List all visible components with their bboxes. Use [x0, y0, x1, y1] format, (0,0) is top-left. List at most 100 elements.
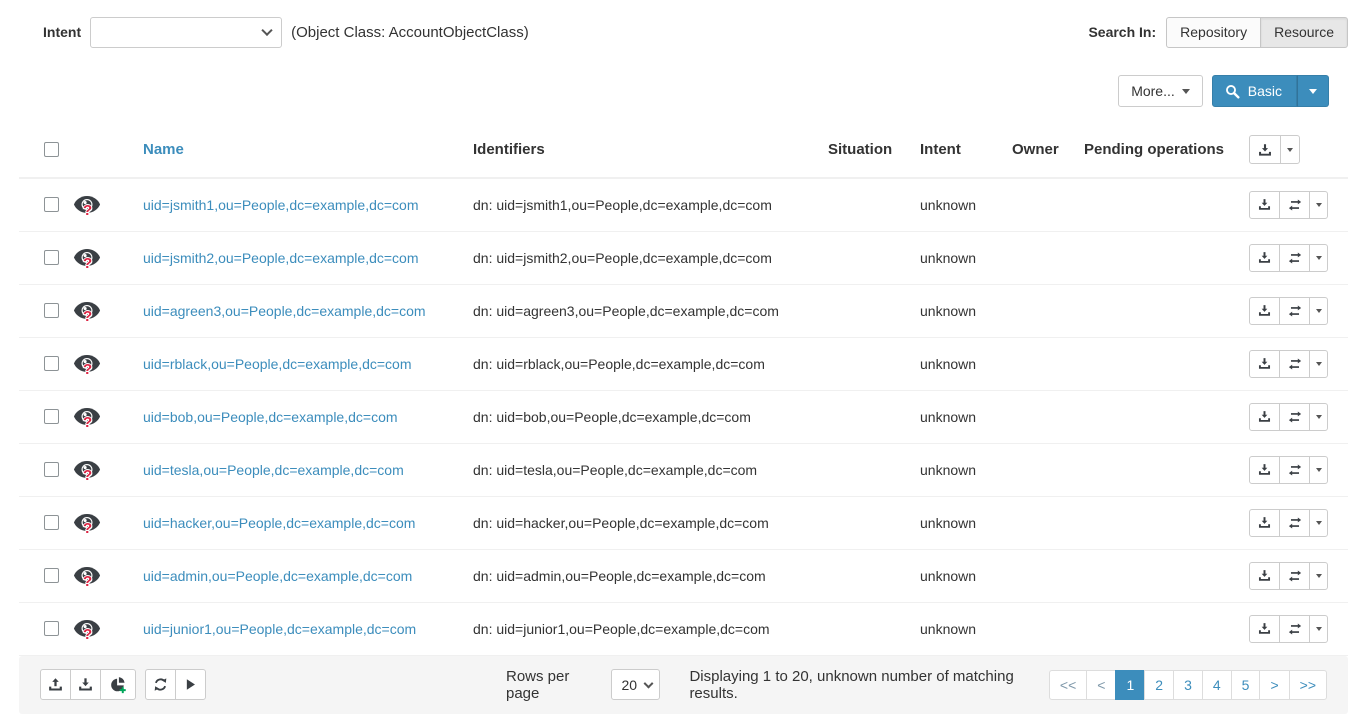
- pagination-button[interactable]: <: [1086, 670, 1116, 700]
- download-icon: [1258, 198, 1271, 211]
- pending-operations-cell: [1076, 549, 1241, 602]
- account-name-link[interactable]: uid=jsmith1,ou=People,dc=example,dc=com: [143, 197, 419, 213]
- row-download-button[interactable]: [1249, 509, 1280, 537]
- table-body: ? uid=jsmith1,ou=People,dc=example,dc=co…: [19, 178, 1348, 655]
- account-name-link[interactable]: uid=admin,ou=People,dc=example,dc=com: [143, 568, 412, 584]
- row-download-button[interactable]: [1249, 403, 1280, 431]
- caret-down-icon: [1316, 468, 1322, 472]
- row-download-button[interactable]: [1249, 456, 1280, 484]
- row-checkbox[interactable]: [44, 250, 59, 265]
- caret-down-icon: [1316, 203, 1322, 207]
- row-menu-button[interactable]: [1309, 509, 1328, 537]
- row-checkbox[interactable]: [44, 462, 59, 477]
- intent-select[interactable]: [90, 17, 282, 48]
- row-menu-button[interactable]: [1309, 615, 1328, 643]
- pagination-button[interactable]: >: [1259, 670, 1289, 700]
- exchange-icon: [1288, 516, 1302, 530]
- create-report-button[interactable]: [100, 669, 136, 700]
- row-download-button[interactable]: [1249, 191, 1280, 219]
- table-row: ? uid=tesla,ou=People,dc=example,dc=com …: [19, 443, 1348, 496]
- table-row: ? uid=junior1,ou=People,dc=example,dc=co…: [19, 602, 1348, 655]
- row-checkbox[interactable]: [44, 409, 59, 424]
- row-exchange-button[interactable]: [1279, 191, 1310, 219]
- row-checkbox[interactable]: [44, 303, 59, 318]
- pagination-button[interactable]: 3: [1173, 670, 1203, 700]
- row-exchange-button[interactable]: [1279, 350, 1310, 378]
- pagination-button[interactable]: >>: [1289, 670, 1327, 700]
- row-download-button[interactable]: [1249, 562, 1280, 590]
- account-name-link[interactable]: uid=rblack,ou=People,dc=example,dc=com: [143, 356, 412, 372]
- table-download-button[interactable]: [1249, 135, 1281, 164]
- download-icon: [1258, 143, 1272, 157]
- row-checkbox[interactable]: [44, 356, 59, 371]
- row-menu-button[interactable]: [1309, 297, 1328, 325]
- play-button[interactable]: [175, 669, 206, 700]
- table-row: ? uid=jsmith2,ou=People,dc=example,dc=co…: [19, 231, 1348, 284]
- row-download-button[interactable]: [1249, 244, 1280, 272]
- basic-search-dropdown-button[interactable]: [1297, 75, 1329, 107]
- row-download-button[interactable]: [1249, 297, 1280, 325]
- identifiers-cell: dn: uid=jsmith2,ou=People,dc=example,dc=…: [465, 231, 820, 284]
- row-checkbox[interactable]: [44, 621, 59, 636]
- row-menu-button[interactable]: [1309, 191, 1328, 219]
- exchange-icon: [1288, 251, 1302, 265]
- row-download-button[interactable]: [1249, 615, 1280, 643]
- table-row: ? uid=agreen3,ou=People,dc=example,dc=co…: [19, 284, 1348, 337]
- row-checkbox[interactable]: [44, 568, 59, 583]
- pagination-button[interactable]: 4: [1202, 670, 1232, 700]
- intent-cell: unknown: [912, 390, 1004, 443]
- search-toolbar: More... Basic: [19, 75, 1329, 107]
- identifiers-cell: dn: uid=jsmith1,ou=People,dc=example,dc=…: [465, 178, 820, 231]
- row-exchange-button[interactable]: [1279, 403, 1310, 431]
- pagination-button[interactable]: <<: [1049, 670, 1087, 700]
- download-icon: [78, 677, 93, 692]
- pagination-button[interactable]: 1: [1115, 670, 1145, 700]
- row-exchange-button[interactable]: [1279, 244, 1310, 272]
- pending-operations-cell: [1076, 231, 1241, 284]
- basic-search-button[interactable]: Basic: [1212, 75, 1297, 107]
- select-all-checkbox[interactable]: [44, 142, 59, 157]
- download-icon: [1258, 357, 1271, 370]
- account-name-link[interactable]: uid=tesla,ou=People,dc=example,dc=com: [143, 462, 404, 478]
- play-icon: [184, 678, 197, 691]
- exchange-icon: [1288, 622, 1302, 636]
- row-exchange-button[interactable]: [1279, 509, 1310, 537]
- pagination-button[interactable]: 5: [1231, 670, 1261, 700]
- more-button[interactable]: More...: [1118, 75, 1203, 107]
- row-menu-button[interactable]: [1309, 403, 1328, 431]
- exchange-icon: [1288, 357, 1302, 371]
- account-name-link[interactable]: uid=jsmith2,ou=People,dc=example,dc=com: [143, 250, 419, 266]
- row-checkbox[interactable]: [44, 197, 59, 212]
- row-checkbox[interactable]: [44, 515, 59, 530]
- situation-cell: [820, 337, 912, 390]
- more-button-label: More...: [1131, 83, 1175, 99]
- identifiers-cell: dn: uid=junior1,ou=People,dc=example,dc=…: [465, 602, 820, 655]
- name-column-sort-link[interactable]: Name: [143, 141, 184, 158]
- unknown-situation-overlay-icon: ?: [83, 521, 92, 536]
- download-icon: [1258, 410, 1271, 423]
- row-exchange-button[interactable]: [1279, 562, 1310, 590]
- row-exchange-button[interactable]: [1279, 615, 1310, 643]
- account-name-link[interactable]: uid=bob,ou=People,dc=example,dc=com: [143, 409, 398, 425]
- row-menu-button[interactable]: [1309, 456, 1328, 484]
- account-name-link[interactable]: uid=hacker,ou=People,dc=example,dc=com: [143, 515, 415, 531]
- account-name-link[interactable]: uid=agreen3,ou=People,dc=example,dc=com: [143, 303, 426, 319]
- search-in-resource-button[interactable]: Resource: [1260, 17, 1348, 48]
- search-in-repository-button[interactable]: Repository: [1166, 17, 1261, 48]
- pending-operations-cell: [1076, 337, 1241, 390]
- account-name-link[interactable]: uid=junior1,ou=People,dc=example,dc=com: [143, 621, 416, 637]
- refresh-button[interactable]: [145, 669, 176, 700]
- pagination-button[interactable]: 2: [1144, 670, 1174, 700]
- row-actions-group: [1249, 562, 1328, 590]
- row-exchange-button[interactable]: [1279, 297, 1310, 325]
- row-menu-button[interactable]: [1309, 562, 1328, 590]
- table-download-menu-button[interactable]: [1280, 135, 1300, 164]
- unknown-situation-overlay-icon: ?: [83, 362, 92, 377]
- download-button[interactable]: [70, 669, 101, 700]
- upload-button[interactable]: [40, 669, 71, 700]
- rows-per-page-select[interactable]: 20: [611, 669, 660, 700]
- row-menu-button[interactable]: [1309, 244, 1328, 272]
- row-menu-button[interactable]: [1309, 350, 1328, 378]
- row-exchange-button[interactable]: [1279, 456, 1310, 484]
- row-download-button[interactable]: [1249, 350, 1280, 378]
